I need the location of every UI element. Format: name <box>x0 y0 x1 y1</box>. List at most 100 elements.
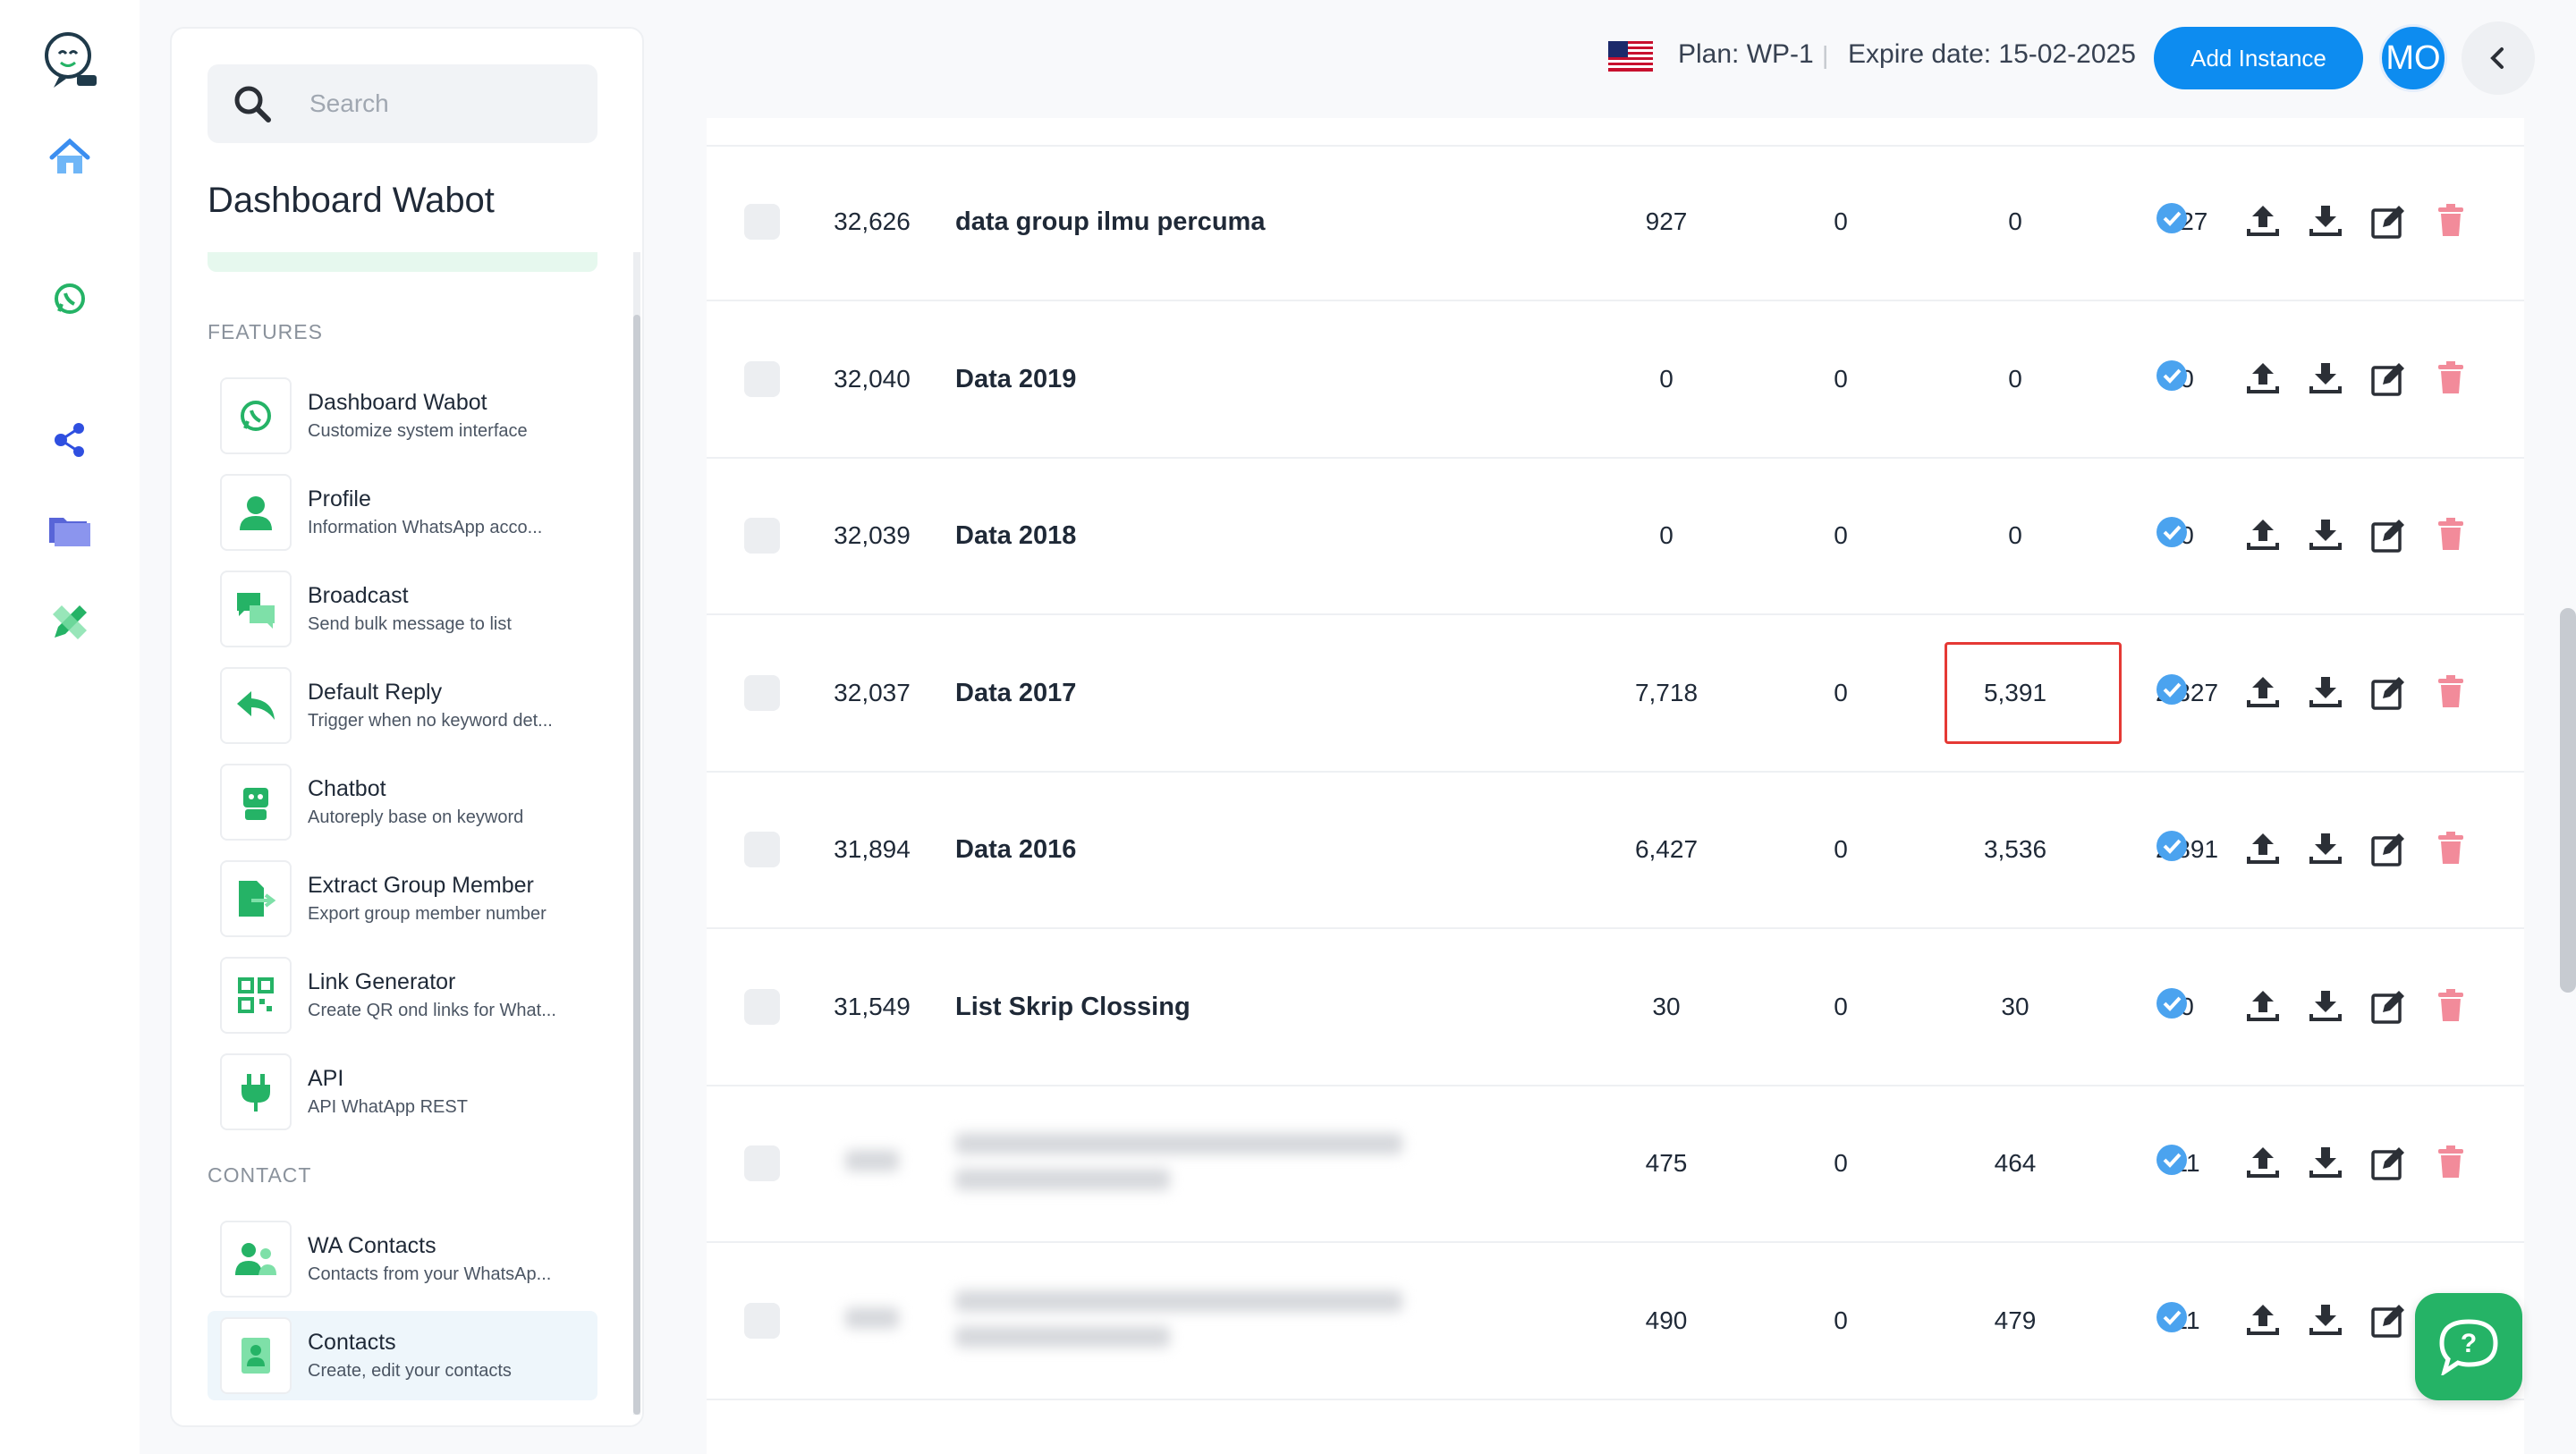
menu-item-title: WA Contacts <box>308 1233 436 1258</box>
verified-check-icon <box>2157 987 2187 1019</box>
download-icon[interactable] <box>2308 987 2343 1023</box>
upload-icon[interactable] <box>2245 516 2281 552</box>
help-button[interactable]: ? <box>2415 1293 2522 1400</box>
table-row: 32,037 Data 2017 7,718 0 5,391 2,327 <box>707 616 2524 773</box>
row-checkbox[interactable] <box>744 1145 780 1181</box>
upload-icon[interactable] <box>2245 1301 2281 1337</box>
row-col3: 479 <box>1994 1306 2037 1334</box>
verified-check-icon <box>2157 203 2187 233</box>
download-icon[interactable] <box>2308 202 2343 238</box>
row-checkbox[interactable] <box>744 360 780 397</box>
table-row: 32,039 Data 2018 0 0 0 0 <box>707 459 2524 615</box>
edit-icon[interactable] <box>2370 204 2406 240</box>
row-name[interactable]: Data 2016 <box>955 835 1438 865</box>
chat-bubbles-icon <box>220 571 292 647</box>
menu-item-extract-group-member[interactable]: Extract Group Member Export group member … <box>208 854 597 943</box>
menu-item-broadcast[interactable]: Broadcast Send bulk message to list <box>208 564 597 654</box>
wabot-logo[interactable] <box>36 25 104 93</box>
row-col3: 0 <box>2008 364 2022 393</box>
search-icon <box>234 86 271 123</box>
download-icon[interactable] <box>2308 673 2343 709</box>
us-flag-icon[interactable] <box>1608 41 1653 72</box>
upload-icon[interactable] <box>2245 202 2281 238</box>
menu-item-api[interactable]: API API WhatApp REST <box>208 1047 597 1137</box>
edit-icon[interactable] <box>2370 361 2406 397</box>
whatsapp-nav-icon[interactable] <box>43 272 97 325</box>
row-checkbox[interactable] <box>744 204 780 240</box>
edit-icon[interactable] <box>2370 989 2406 1025</box>
menu-item-link-generator[interactable]: Link Generator Create QR ond links for Wh… <box>208 951 597 1040</box>
upload-icon[interactable] <box>2245 830 2281 866</box>
edit-icon[interactable] <box>2370 1303 2406 1339</box>
folder-icon[interactable] <box>43 503 97 556</box>
row-name[interactable] <box>955 1289 1438 1348</box>
row-col2: 0 <box>1834 1149 1848 1177</box>
row-checkbox[interactable] <box>744 988 780 1025</box>
users-icon <box>220 1221 292 1298</box>
download-icon[interactable] <box>2308 516 2343 552</box>
upload-icon[interactable] <box>2245 359 2281 395</box>
menu-item-subtitle: Customize system interface <box>308 421 528 441</box>
collapse-button[interactable] <box>2462 21 2535 95</box>
user-icon <box>220 474 292 551</box>
panel-scrollbar[interactable] <box>633 315 640 1415</box>
row-id: 31,549 <box>834 992 911 1020</box>
menu-item-wa-contacts[interactable]: WA Contacts Contacts from your WhatsAp... <box>208 1214 597 1304</box>
menu-item-contacts[interactable]: Contacts Create, edit your contacts <box>208 1311 597 1400</box>
edit-icon[interactable] <box>2370 1145 2406 1181</box>
pencil-ruler-icon[interactable] <box>43 596 97 649</box>
menu-item-title: Extract Group Member <box>308 873 534 898</box>
edit-icon[interactable] <box>2370 518 2406 554</box>
upload-icon[interactable] <box>2245 987 2281 1023</box>
edit-icon[interactable] <box>2370 832 2406 867</box>
row-checkbox[interactable] <box>744 832 780 867</box>
row-checkbox[interactable] <box>744 1302 780 1339</box>
menu-item-title: Chatbot <box>308 776 386 801</box>
add-instance-button[interactable]: Add Instance <box>2154 27 2363 89</box>
row-name[interactable]: Data 2018 <box>955 521 1438 551</box>
menu-item-dashboard-wabot[interactable]: Dashboard Wabot Customize system interfac… <box>208 371 597 461</box>
row-id: 32,040 <box>834 364 911 393</box>
row-total: 0 <box>1659 364 1674 393</box>
edit-icon[interactable] <box>2370 675 2406 711</box>
upload-icon[interactable] <box>2245 673 2281 709</box>
row-checkbox[interactable] <box>744 518 780 554</box>
row-col2: 0 <box>1834 521 1848 549</box>
file-export-icon <box>220 860 292 937</box>
download-icon[interactable] <box>2308 830 2343 866</box>
trash-icon[interactable] <box>2433 1144 2469 1179</box>
menu-item-default-reply[interactable]: Default Reply Trigger when no keyword det… <box>208 661 597 750</box>
row-name[interactable]: Data 2019 <box>955 365 1438 394</box>
menu-item-chatbot[interactable]: Chatbot Autoreply base on keyword <box>208 757 597 847</box>
robot-icon <box>220 764 292 841</box>
row-total: 6,427 <box>1634 835 1699 863</box>
verified-check-icon <box>2157 517 2187 547</box>
download-icon[interactable] <box>2308 1301 2343 1337</box>
row-name[interactable]: data group ilmu percuma <box>955 207 1438 237</box>
svg-text:?: ? <box>2461 1329 2477 1358</box>
row-name[interactable] <box>955 1133 1438 1190</box>
avatar[interactable]: MO <box>2379 24 2447 92</box>
row-checkbox[interactable] <box>744 674 780 711</box>
trash-icon[interactable] <box>2433 987 2469 1023</box>
trash-icon[interactable] <box>2433 830 2469 866</box>
row-name[interactable]: List Skrip Clossing <box>955 993 1438 1022</box>
menu-item-title: Contacts <box>308 1330 396 1355</box>
trash-icon[interactable] <box>2433 202 2469 238</box>
page-scrollbar[interactable] <box>2560 608 2576 993</box>
row-col2: 0 <box>1834 835 1848 863</box>
row-name[interactable]: Data 2017 <box>955 679 1438 708</box>
search-input[interactable] <box>309 89 578 118</box>
home-icon[interactable] <box>43 131 97 184</box>
share-icon[interactable] <box>43 413 97 467</box>
download-icon[interactable] <box>2308 359 2343 395</box>
verified-check-icon <box>2157 359 2187 391</box>
trash-icon[interactable] <box>2433 359 2469 395</box>
search-box[interactable] <box>208 64 597 143</box>
download-icon[interactable] <box>2308 1144 2343 1179</box>
menu-item-profile[interactable]: Profile Information WhatsApp acco... <box>208 468 597 557</box>
trash-icon[interactable] <box>2433 673 2469 709</box>
row-col3: 30 <box>2001 992 2029 1020</box>
trash-icon[interactable] <box>2433 516 2469 552</box>
upload-icon[interactable] <box>2245 1144 2281 1179</box>
